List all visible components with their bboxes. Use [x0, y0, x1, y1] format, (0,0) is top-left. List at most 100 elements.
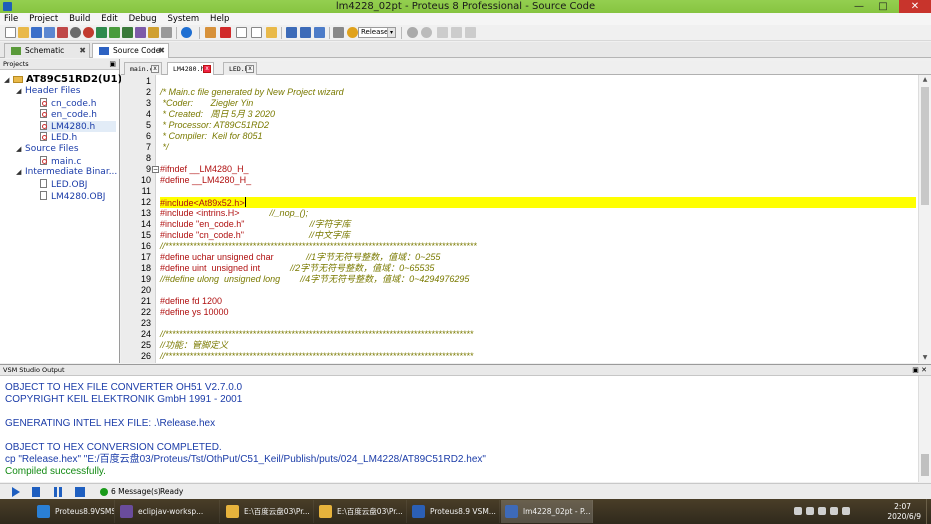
output-console[interactable]: OBJECT TO HEX FILE CONVERTER OH51 V2.7.0… — [0, 376, 918, 482]
undo-icon[interactable] — [407, 27, 418, 38]
tree-file-main-c[interactable]: main.c — [40, 156, 81, 167]
fold-toggle-icon[interactable]: − — [152, 166, 159, 173]
editor-scrollbar[interactable]: ▲ ▼ — [918, 75, 931, 363]
code-line[interactable]: #include "cn_code.h" //中文字库 — [160, 230, 350, 241]
menu-edit[interactable]: Edit — [101, 13, 117, 25]
close-tab-icon[interactable]: ✖ — [79, 44, 86, 58]
delete-icon[interactable] — [220, 27, 231, 38]
code-line[interactable]: */ — [160, 142, 169, 153]
tree-file-en-code-h[interactable]: en_code.h — [40, 109, 97, 120]
tree-group-source-files[interactable]: ◢ Source Files — [16, 144, 79, 155]
pin-icon[interactable]: ▣ — [109, 59, 116, 70]
output-scrollbar[interactable] — [918, 376, 931, 482]
redo-icon[interactable] — [421, 27, 432, 38]
close-tab-icon[interactable]: ✖ — [158, 44, 165, 58]
close-project-icon[interactable] — [57, 27, 68, 38]
ime-icon[interactable] — [842, 507, 850, 515]
import-icon[interactable] — [70, 27, 81, 38]
tray-app-icon[interactable] — [806, 507, 814, 515]
show-desktop-button[interactable] — [926, 499, 931, 524]
tree-file-lm4280-h[interactable]: LM4280.h — [40, 121, 116, 132]
3d-viewer-icon[interactable] — [148, 27, 159, 38]
expand-icon[interactable]: ◢ — [4, 75, 13, 86]
scrollbar-thumb[interactable] — [921, 454, 929, 476]
expand-icon[interactable]: ◢ — [16, 86, 25, 97]
code-line[interactable]: //**************************************… — [160, 241, 477, 252]
maximize-button[interactable]: □ — [873, 0, 893, 13]
tree-file-cn-code-h[interactable]: cn_code.h — [40, 98, 96, 109]
project-settings-icon[interactable] — [333, 27, 344, 38]
tree-group-intermediate-binaries[interactable]: ◢ Intermediate Binar... — [16, 167, 117, 178]
editor-tab-main-c[interactable]: main.c x — [124, 62, 162, 75]
code-line[interactable]: * Processor: AT89C51RD2 — [160, 120, 270, 131]
scroll-up-icon[interactable]: ▲ — [919, 75, 931, 85]
schematic-icon[interactable] — [109, 27, 120, 38]
rebuild-icon[interactable] — [300, 27, 311, 38]
code-line[interactable]: #include "en_code.h" //字符字库 — [160, 219, 350, 230]
menu-debug[interactable]: Debug — [129, 13, 157, 25]
expand-icon[interactable]: ◢ — [16, 167, 25, 178]
gerber-icon[interactable] — [135, 27, 146, 38]
new-file-icon[interactable] — [5, 27, 16, 38]
stop-icon[interactable] — [83, 27, 94, 38]
new-source-icon[interactable] — [236, 27, 247, 38]
code-line[interactable]: #include<At89x52.h> — [160, 197, 916, 208]
code-editor[interactable]: 1 2 3 4 5 6 7 8 9−10 11 12 13 14 15 16 17 18 19 20 21 22 23 24… — [121, 75, 918, 363]
start-button[interactable] — [0, 499, 30, 524]
network-icon[interactable] — [818, 507, 826, 515]
scrollbar-thumb[interactable] — [921, 87, 929, 205]
output-pane-controls[interactable]: ▣ ✕ — [912, 365, 927, 376]
menu-project[interactable]: Project — [29, 13, 58, 25]
refresh-icon[interactable] — [205, 27, 216, 38]
stop-icon[interactable] — [75, 487, 85, 497]
taskbar-item[interactable]: lm4228_02pt - P... — [501, 500, 593, 523]
tab-source-code[interactable]: Source Code ✖ — [92, 43, 169, 58]
back-icon[interactable] — [96, 27, 107, 38]
expand-icon[interactable]: ◢ — [16, 144, 25, 155]
add-file-icon[interactable] — [251, 27, 262, 38]
tree-group-header-files[interactable]: ◢ Header Files — [16, 86, 80, 97]
tree-file-led-obj[interactable]: LED.OBJ — [40, 179, 87, 190]
scroll-down-icon[interactable]: ▼ — [919, 353, 931, 363]
code-line[interactable]: #define uchar unsigned char //1字节无符号整数，值… — [160, 252, 440, 263]
taskbar-item[interactable]: eclipjav-worksp... — [116, 500, 220, 523]
build-icon[interactable] — [286, 27, 297, 38]
clock-date[interactable]: 2020/6/9 — [887, 512, 921, 521]
tree-project-root[interactable]: ◢ AT89C51RD2(U1) — [4, 74, 122, 85]
code-line[interactable]: *Coder: Ziegler Yin — [160, 98, 254, 109]
build-config-select[interactable]: Release ▾ — [358, 27, 396, 38]
code-line[interactable]: #define uint unsigned int //2字节无符号整数，值域：… — [160, 263, 434, 274]
close-button[interactable]: ✕ — [899, 0, 931, 13]
code-line[interactable]: //#define ulong unsigned long //4字节无符号整数… — [160, 274, 469, 285]
code-line[interactable]: * Compiler: Keil for 8051 — [160, 131, 263, 142]
code-line[interactable]: #include <intrins.H> //_nop_(); — [160, 208, 308, 219]
code-line[interactable]: //功能：管脚定义 — [160, 340, 228, 351]
menu-help[interactable]: Help — [210, 13, 229, 25]
taskbar-item[interactable]: Proteus8.9VSMS... — [33, 500, 115, 523]
open-folder-icon[interactable] — [18, 27, 29, 38]
menu-build[interactable]: Build — [69, 13, 90, 25]
tree-file-led-h[interactable]: LED.h — [40, 132, 77, 143]
code-line[interactable]: #define __LM4280_H_ — [160, 175, 251, 186]
pause-icon[interactable] — [54, 487, 62, 497]
paste-icon[interactable] — [465, 27, 476, 38]
code-line[interactable]: //**************************************… — [160, 329, 473, 340]
close-tab-icon[interactable]: x — [151, 65, 159, 73]
taskbar-item[interactable]: Proteus8.9 VSM... — [408, 500, 500, 523]
copy-icon[interactable] — [451, 27, 462, 38]
code-line[interactable]: #define ys 10000 — [160, 307, 229, 318]
step-icon[interactable] — [32, 487, 40, 497]
editor-tab-lm4280-h[interactable]: LM4280.h x — [167, 62, 214, 75]
close-tab-icon[interactable]: x — [246, 65, 254, 73]
code-line[interactable]: #define fd 1200 — [160, 296, 222, 307]
message-count[interactable]: 6 Message(s) — [111, 486, 161, 498]
tab-schematic-capture[interactable]: Schematic Capture ✖ — [4, 43, 90, 69]
editor-tab-led-h[interactable]: LED.h x — [223, 62, 257, 75]
code-line[interactable]: * Created: 周日 5月 3 2020 — [160, 109, 276, 120]
menu-system[interactable]: System — [167, 13, 199, 25]
taskbar-item[interactable]: E:\百度云盘03\Pr... — [315, 500, 407, 523]
tray-app-icon[interactable] — [794, 507, 802, 515]
volume-icon[interactable] — [830, 507, 838, 515]
taskbar-item[interactable]: E:\百度云盘03\Pr... — [222, 500, 314, 523]
menu-file[interactable]: File — [4, 13, 18, 25]
